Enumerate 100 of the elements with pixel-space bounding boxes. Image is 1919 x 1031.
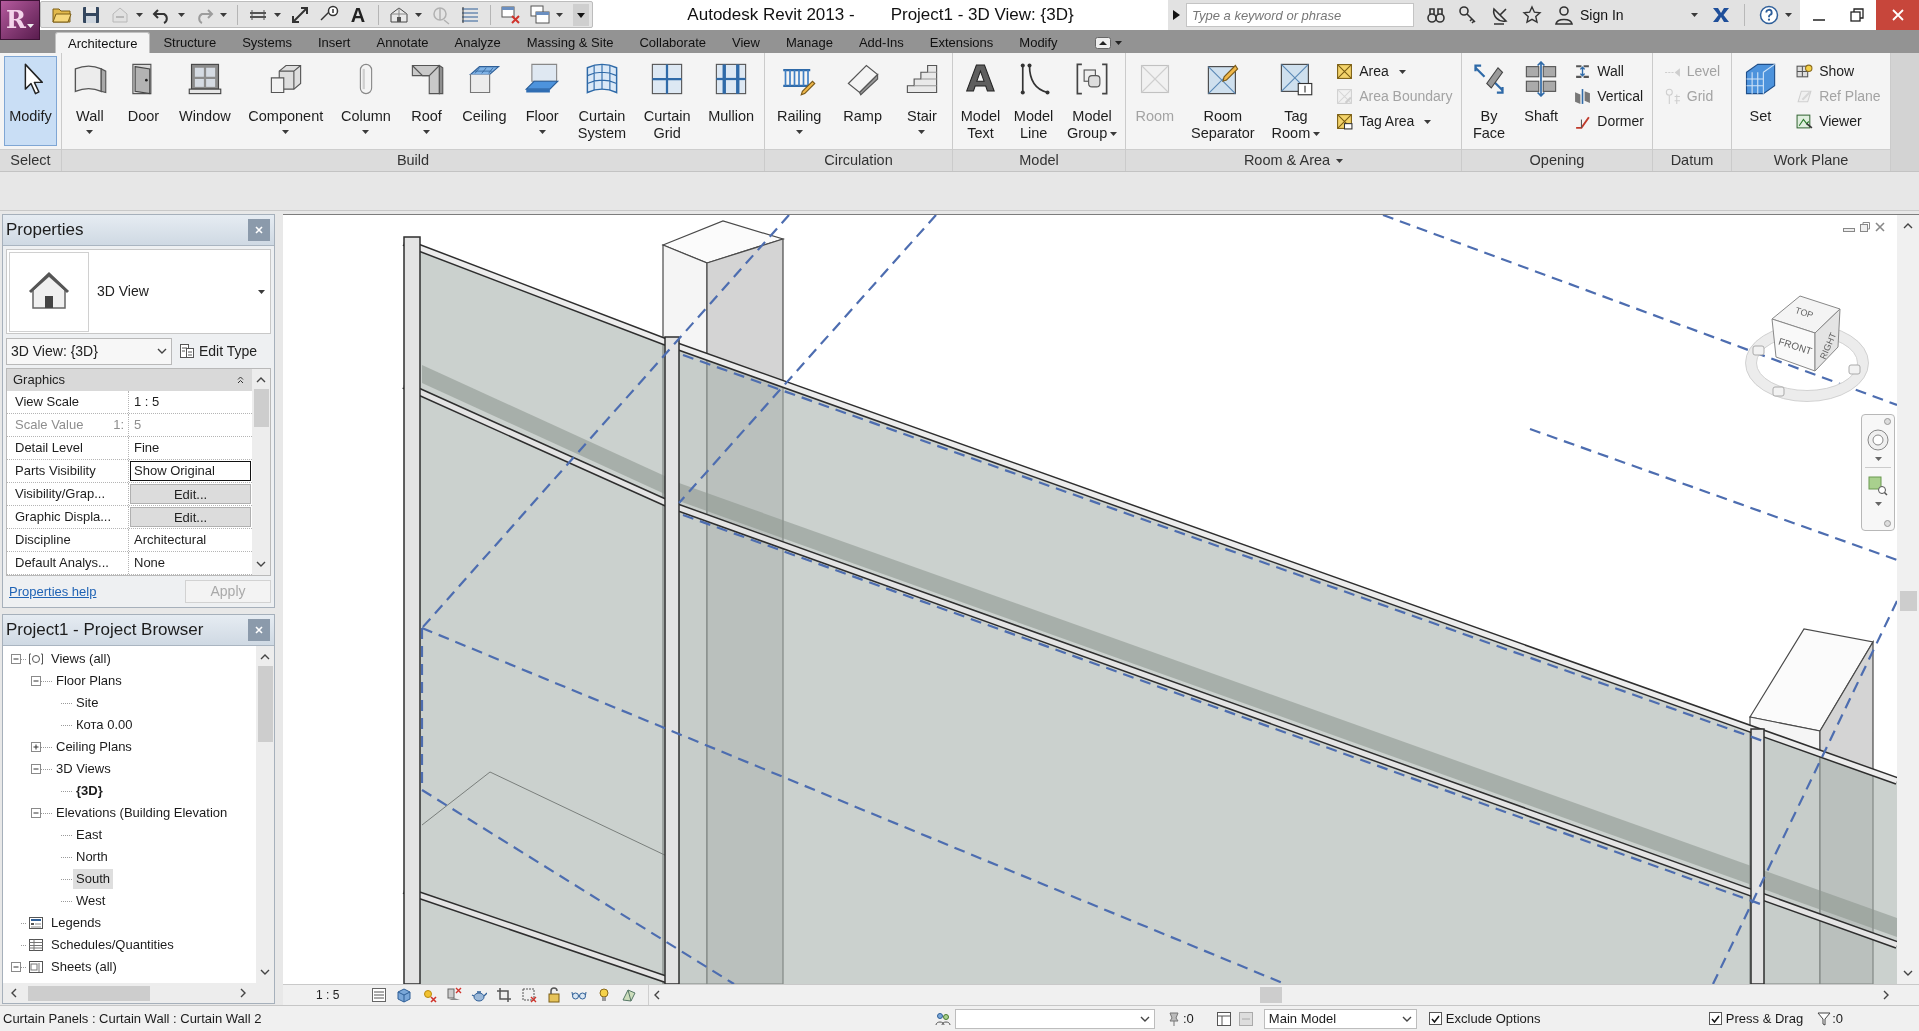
- tree-item[interactable]: Sheets (all): [48, 957, 120, 977]
- table-icon[interactable]: [1215, 1010, 1232, 1027]
- caret-icon[interactable]: [795, 130, 803, 134]
- x-mark-icon[interactable]: [1712, 6, 1730, 24]
- tree-item[interactable]: Кота 0.00: [73, 715, 136, 735]
- chevron-left-icon[interactable]: [11, 988, 17, 998]
- scrollbar-thumb[interactable]: [253, 389, 269, 427]
- ribbon-tab[interactable]: Architecture: [55, 32, 151, 53]
- caret-icon[interactable]: [1424, 119, 1432, 124]
- ribbon-tab[interactable]: Add-Ins: [845, 32, 917, 53]
- prism-icon[interactable]: [621, 987, 638, 1003]
- chevron-left-icon[interactable]: [654, 990, 660, 1000]
- caret-icon[interactable]: [538, 130, 546, 134]
- ribbon-tab[interactable]: Analyze: [441, 32, 514, 53]
- design-option-dropdown[interactable]: Main Model: [1263, 1008, 1417, 1029]
- scrollbar[interactable]: [3, 983, 274, 1003]
- caret-icon[interactable]: [1691, 13, 1698, 17]
- ribbon-button[interactable]: Room Separator: [1186, 56, 1260, 146]
- search-field[interactable]: Type a keyword or phrase: [1186, 3, 1414, 27]
- ribbon-tab[interactable]: Modify: [1006, 32, 1071, 53]
- scrollbar[interactable]: [252, 369, 270, 575]
- close-icon[interactable]: [248, 219, 270, 241]
- help-icon[interactable]: [1759, 5, 1779, 25]
- lines-box-icon[interactable]: [371, 987, 388, 1003]
- scrollbar-thumb[interactable]: [257, 666, 273, 742]
- ribbon-button[interactable]: Floor: [519, 56, 566, 146]
- caret-icon[interactable]: [1874, 502, 1882, 506]
- pin-icon[interactable]: [1167, 1010, 1181, 1027]
- help-link[interactable]: Properties help: [9, 581, 97, 602]
- close-icon[interactable]: [248, 619, 270, 641]
- filter-icon[interactable]: [1817, 1011, 1832, 1026]
- plus-box-icon[interactable]: [31, 742, 41, 752]
- tree-item[interactable]: Site: [73, 693, 102, 713]
- ribbon-button[interactable]: Railing: [772, 56, 827, 146]
- crop-icon[interactable]: [496, 987, 513, 1003]
- tree-item[interactable]: North: [73, 847, 111, 867]
- ribbon-tab[interactable]: Manage: [772, 32, 846, 53]
- ribbon-button[interactable]: Roof: [403, 56, 450, 146]
- ribbon-button[interactable]: Mullion: [703, 56, 760, 146]
- tree-item[interactable]: Elevations (Building Elevation: [53, 803, 231, 823]
- ribbon-button[interactable]: Curtain Grid: [638, 56, 696, 146]
- ring-icon[interactable]: [1867, 429, 1889, 451]
- collapse-ribbon-icon[interactable]: [1094, 37, 1111, 49]
- ribbon-button[interactable]: Modify: [4, 56, 57, 146]
- scrollbar-thumb[interactable]: [1260, 987, 1282, 1003]
- ribbon-tab[interactable]: Collaborate: [626, 32, 719, 53]
- tree-item[interactable]: Floor Plans: [53, 671, 125, 691]
- ribbon-button[interactable]: Component: [243, 56, 329, 146]
- chevron-down-icon[interactable]: [1140, 1015, 1150, 1022]
- customize-caret-icon[interactable]: [573, 3, 589, 26]
- binoculars-icon[interactable]: [1426, 5, 1446, 25]
- square-magnifier-icon[interactable]: [1868, 476, 1888, 496]
- crop-region-icon[interactable]: [521, 987, 538, 1003]
- key-icon[interactable]: [1458, 5, 1478, 25]
- ribbon-button[interactable]: A Model Text: [955, 56, 1006, 146]
- caret-icon[interactable]: [282, 130, 290, 134]
- diagonal-arrow-icon[interactable]: [290, 4, 310, 25]
- view-scale[interactable]: 1 : 5: [316, 986, 340, 1004]
- ribbon-tab[interactable]: Structure: [150, 32, 230, 53]
- shaded-cube-icon[interactable]: [396, 987, 413, 1003]
- ribbon-button[interactable]: Dormer: [1570, 109, 1648, 134]
- chevron-up-icon[interactable]: [256, 377, 266, 383]
- caret-icon[interactable]: [258, 289, 265, 294]
- caret-icon[interactable]: [1114, 41, 1122, 45]
- minus-box-icon[interactable]: [31, 676, 41, 686]
- people-icon[interactable]: [935, 1010, 951, 1027]
- ribbon-button[interactable]: Wall: [66, 56, 113, 146]
- tree-item[interactable]: {3D}: [73, 781, 106, 801]
- group-header[interactable]: Graphics: [7, 369, 252, 391]
- shadow-off-icon[interactable]: [446, 987, 463, 1003]
- caret-icon[interactable]: [178, 12, 185, 17]
- caret-icon[interactable]: [1398, 69, 1406, 74]
- caret-icon[interactable]: [1785, 13, 1792, 17]
- scrollbar-thumb[interactable]: [1899, 591, 1917, 611]
- scrollbar[interactable]: [1897, 215, 1919, 984]
- ribbon-button[interactable]: Tag Room: [1266, 56, 1326, 146]
- caret-icon[interactable]: [415, 12, 422, 17]
- minus-box-icon[interactable]: [11, 962, 21, 972]
- caret-icon[interactable]: [86, 130, 94, 134]
- checkbox[interactable]: [1708, 1012, 1722, 1025]
- instance-dropdown[interactable]: 3D View: {3D}: [6, 337, 172, 365]
- tree-item[interactable]: West: [73, 891, 109, 911]
- caret-icon[interactable]: [556, 12, 563, 17]
- scrollbar[interactable]: [649, 985, 1919, 1005]
- ribbon-button[interactable]: Model Line: [1008, 56, 1059, 146]
- value-field[interactable]: Fine: [130, 438, 251, 458]
- chevron-right-icon[interactable]: [240, 988, 246, 998]
- scrollbar[interactable]: [256, 646, 274, 983]
- ribbon-tab[interactable]: Massing & Site: [513, 32, 627, 53]
- chevron-up-icon[interactable]: [260, 654, 270, 660]
- application-menu-button[interactable]: R: [0, 0, 40, 40]
- minus-box-icon[interactable]: [31, 764, 41, 774]
- edit-button[interactable]: Edit...: [130, 507, 251, 527]
- caret-icon[interactable]: [1874, 457, 1882, 461]
- tree-item[interactable]: Legends: [48, 913, 104, 933]
- expand-triangle-icon[interactable]: [1172, 10, 1180, 20]
- ribbon-button[interactable]: Tag Area: [1332, 109, 1457, 134]
- value-field[interactable]: 1 : 5: [130, 392, 251, 412]
- chevron-down-icon[interactable]: [256, 561, 266, 567]
- ribbon-button[interactable]: Model Group: [1061, 56, 1123, 146]
